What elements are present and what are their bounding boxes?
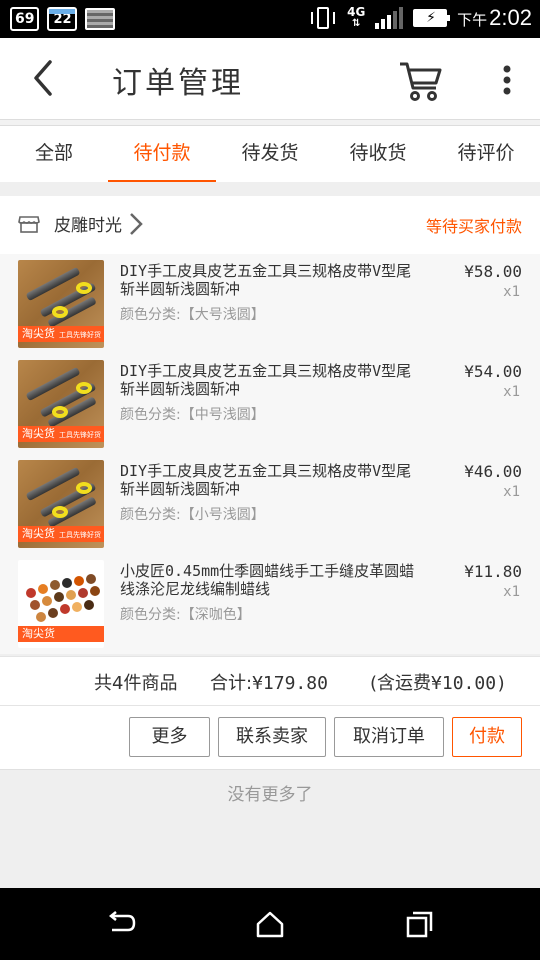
list-item[interactable]: 淘尖货 小皮匠0.45mm仕季圆蜡线手工手缝皮革圆蜡线涤沦尼龙线编制蜡线 颜色分…	[0, 554, 540, 654]
list-item[interactable]: 淘尖货 工具先锋好货 DIY手工皮具皮艺五金工具三规格皮带V型尾斩半圆斩浅圆斩冲 …	[0, 254, 540, 354]
product-thumbnail[interactable]: 淘尖货 工具先锋好货	[18, 360, 104, 448]
signal-icon	[375, 7, 404, 29]
order-items: 淘尖货 工具先锋好货 DIY手工皮具皮艺五金工具三规格皮带V型尾斩半圆斩浅圆斩冲 …	[0, 254, 540, 654]
product-thumbnail[interactable]: 淘尖货 工具先锋好货	[18, 260, 104, 348]
cancel-order-button[interactable]: 取消订单	[334, 717, 444, 757]
battery-charging-icon: ⚡	[413, 9, 451, 27]
notification-badge: 69	[10, 7, 40, 31]
product-price: ¥58.00	[464, 262, 522, 281]
back-icon	[108, 911, 136, 932]
product-title[interactable]: 小皮匠0.45mm仕季圆蜡线手工手缝皮革圆蜡线涤沦尼龙线编制蜡线	[120, 562, 420, 598]
clock: 下午2:02	[457, 5, 532, 30]
home-icon	[256, 911, 284, 938]
product-sku: 颜色分类:【小号浅圆】	[120, 507, 265, 523]
calendar-icon: 22	[47, 7, 78, 31]
nav-recents-button[interactable]	[402, 908, 436, 940]
store-icon	[18, 216, 40, 233]
end-of-list-note: 没有更多了	[227, 785, 313, 805]
order-status-tabs: 全部 待付款 待发货 待收货 待评价	[0, 126, 540, 182]
product-price: ¥54.00	[464, 362, 522, 381]
back-arrow-icon	[34, 60, 52, 96]
order-actions: 更多 联系卖家 取消订单 付款	[0, 706, 540, 770]
nav-home-button[interactable]	[253, 908, 287, 940]
product-title[interactable]: DIY手工皮具皮艺五金工具三规格皮带V型尾斩半圆斩浅圆斩冲	[120, 262, 420, 298]
product-thumbnail[interactable]: 淘尖货 工具先锋好货	[18, 460, 104, 548]
status-bar: 69 22 4G ⇅ ⚡ 下午2:02	[0, 0, 540, 38]
network-type-icon: 4G ⇅	[347, 5, 366, 29]
back-button[interactable]	[24, 56, 64, 100]
page-title: 订单管理	[112, 66, 244, 101]
product-sku: 颜色分类:【大号浅圆】	[120, 307, 265, 323]
vibrate-icon	[309, 4, 337, 32]
product-price: ¥46.00	[464, 462, 522, 481]
item-count: 共4件商品	[94, 673, 178, 694]
system-nav-bar	[0, 888, 540, 960]
product-title[interactable]: DIY手工皮具皮艺五金工具三规格皮带V型尾斩半圆斩浅圆斩冲	[120, 362, 420, 398]
contact-seller-button[interactable]: 联系卖家	[218, 717, 326, 757]
pay-button[interactable]: 付款	[452, 717, 522, 757]
recent-apps-icon	[406, 911, 433, 938]
product-quantity: x1	[503, 284, 520, 300]
product-sku: 颜色分类:【中号浅圆】	[120, 407, 265, 423]
product-thumbnail[interactable]: 淘尖货	[18, 560, 104, 648]
tab-pending-payment[interactable]: 待付款	[108, 126, 216, 182]
product-quantity: x1	[503, 484, 520, 500]
order-status: 等待买家付款	[425, 217, 522, 236]
list-item[interactable]: 淘尖货 工具先锋好货 DIY手工皮具皮艺五金工具三规格皮带V型尾斩半圆斩浅圆斩冲 …	[0, 454, 540, 554]
more-menu-button[interactable]	[492, 60, 522, 100]
shop-header[interactable]: 皮雕时光 等待买家付款	[0, 196, 540, 254]
shop-name[interactable]: 皮雕时光	[54, 211, 122, 236]
list-item[interactable]: 淘尖货 工具先锋好货 DIY手工皮具皮艺五金工具三规格皮带V型尾斩半圆斩浅圆斩冲 …	[0, 354, 540, 454]
cart-icon	[400, 62, 442, 101]
product-title[interactable]: DIY手工皮具皮艺五金工具三规格皮带V型尾斩半圆斩浅圆斩冲	[120, 462, 420, 498]
more-button[interactable]: 更多	[129, 717, 210, 757]
tab-all[interactable]: 全部	[0, 126, 108, 182]
image-notification-icon	[85, 8, 116, 30]
nav-back-button[interactable]	[104, 908, 138, 940]
tab-pending-receipt[interactable]: 待收货	[324, 126, 432, 182]
shipping-fee: (含运费¥10.00)	[370, 673, 507, 694]
product-quantity: x1	[503, 584, 520, 600]
tab-pending-shipment[interactable]: 待发货	[216, 126, 324, 182]
order-total: 合计:¥179.80	[210, 673, 328, 694]
order-summary: 共4件商品 合计:¥179.80 (含运费¥10.00)	[0, 656, 540, 706]
app-header: 订单管理	[0, 38, 540, 120]
chevron-right-icon	[130, 213, 143, 235]
product-sku: 颜色分类:【深咖色】	[120, 607, 251, 623]
product-quantity: x1	[503, 384, 520, 400]
more-vertical-icon	[503, 65, 511, 95]
product-price: ¥11.80	[464, 562, 522, 581]
cart-button[interactable]	[396, 56, 444, 104]
tab-pending-review[interactable]: 待评价	[432, 126, 540, 182]
